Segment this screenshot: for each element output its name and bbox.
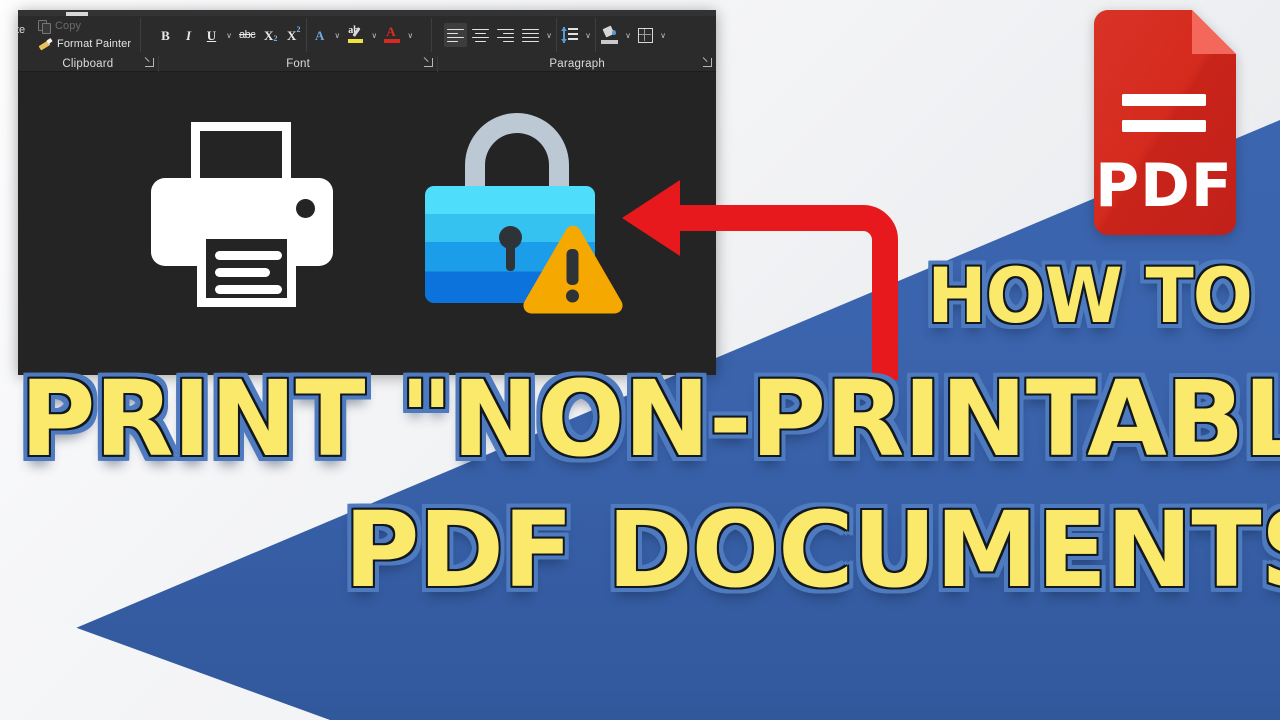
paragraph-dialog-launcher-icon[interactable] bbox=[702, 58, 712, 67]
headline-line-1: PRINT "NON-PRINTABLE" bbox=[20, 358, 1280, 480]
font-color-button[interactable]: A bbox=[381, 23, 403, 47]
paragraph-group-label: Paragraph bbox=[549, 58, 605, 70]
warning-triangle-icon bbox=[520, 223, 625, 315]
shading-icon bbox=[601, 25, 618, 44]
pdf-file-icon: PDF bbox=[1078, 10, 1250, 235]
text-effects-dropdown-chevron-down-icon[interactable]: ∨ bbox=[332, 23, 342, 47]
ribbon-group-labels: Clipboard Font Paragraph bbox=[18, 56, 716, 72]
paragraph-inner-separator bbox=[556, 18, 557, 52]
printer-icon bbox=[151, 122, 333, 307]
printer-led-icon bbox=[296, 199, 315, 218]
font-group: B I U ∨ abc X X A ∨ ab ∨ A bbox=[141, 14, 431, 56]
italic-button[interactable]: I bbox=[178, 23, 199, 47]
align-justify-button[interactable] bbox=[519, 23, 542, 47]
paragraph-group-label-wrap: Paragraph bbox=[438, 56, 716, 72]
clipboard-group: te Copy Format Painter bbox=[18, 12, 140, 56]
align-justify-icon bbox=[522, 28, 539, 43]
clipboard-dialog-launcher-icon[interactable] bbox=[144, 58, 154, 67]
subscript-button[interactable]: X bbox=[260, 23, 281, 47]
clipboard-group-label-wrap: Clipboard bbox=[18, 56, 159, 72]
printer-paper-line bbox=[215, 285, 282, 294]
word-screenshot-panel: te Copy Format Painter B I U ∨ abc bbox=[18, 10, 716, 375]
align-left-button[interactable] bbox=[444, 23, 467, 47]
superscript-button[interactable]: X bbox=[283, 23, 304, 47]
paragraph-inner-separator-2 bbox=[595, 18, 596, 52]
bold-button[interactable]: B bbox=[155, 23, 176, 47]
format-painter-button[interactable]: Format Painter bbox=[24, 35, 131, 53]
red-elbow-arrow bbox=[620, 170, 900, 380]
font-color-icon: A bbox=[384, 25, 401, 44]
printer-output-paper bbox=[197, 230, 296, 307]
eyebrow-how-to: HOW TO bbox=[927, 251, 1252, 340]
underline-dropdown-chevron-down-icon[interactable]: ∨ bbox=[224, 23, 234, 47]
copy-icon bbox=[38, 19, 51, 34]
word-ribbon: te Copy Format Painter B I U ∨ abc bbox=[18, 10, 716, 72]
printer-top-paper bbox=[191, 122, 291, 184]
text-highlight-button[interactable]: ab bbox=[344, 23, 367, 47]
text-highlight-dropdown-chevron-down-icon[interactable]: ∨ bbox=[369, 23, 379, 47]
font-inner-separator bbox=[306, 18, 308, 52]
align-center-icon bbox=[472, 28, 489, 43]
line-spacing-dropdown-chevron-down-icon[interactable]: ∨ bbox=[583, 23, 593, 47]
clipboard-group-label: Clipboard bbox=[62, 58, 114, 70]
line-spacing-button[interactable] bbox=[559, 23, 581, 47]
align-left-icon bbox=[447, 28, 464, 43]
paragraph-group: ∨ ∨ ∨ ∨ bbox=[432, 14, 702, 56]
text-highlight-icon: ab bbox=[347, 26, 364, 44]
format-painter-label: Format Painter bbox=[57, 38, 132, 50]
paste-button-label[interactable]: te bbox=[18, 24, 25, 36]
font-color-dropdown-chevron-down-icon[interactable]: ∨ bbox=[405, 23, 415, 47]
font-group-label-wrap: Font bbox=[159, 56, 439, 72]
copy-label: Copy bbox=[55, 20, 82, 32]
align-center-button[interactable] bbox=[469, 23, 492, 47]
printer-paper-line bbox=[215, 251, 282, 260]
locked-document-icon bbox=[421, 113, 625, 315]
align-justify-dropdown-chevron-down-icon[interactable]: ∨ bbox=[544, 23, 554, 47]
underline-button[interactable]: U bbox=[201, 23, 222, 47]
shading-button[interactable] bbox=[598, 23, 621, 47]
shading-dropdown-chevron-down-icon[interactable]: ∨ bbox=[623, 23, 633, 47]
font-group-label: Font bbox=[286, 58, 310, 70]
text-effects-button[interactable]: A bbox=[309, 23, 330, 47]
paste-button-top-edge bbox=[66, 12, 88, 16]
borders-icon bbox=[638, 27, 653, 43]
strikethrough-button[interactable]: abc bbox=[236, 23, 258, 47]
line-spacing-icon bbox=[561, 27, 578, 43]
align-right-button[interactable] bbox=[494, 23, 517, 47]
ribbon-groups: te Copy Format Painter B I U ∨ abc bbox=[18, 12, 716, 56]
format-painter-icon bbox=[38, 38, 52, 51]
printer-paper-line bbox=[215, 268, 270, 277]
pdf-badge-label: PDF bbox=[1095, 151, 1233, 221]
headline-line-2: PDF DOCUMENTS bbox=[344, 489, 1280, 611]
borders-dropdown-chevron-down-icon[interactable]: ∨ bbox=[658, 23, 668, 47]
lock-keyhole-stem bbox=[506, 241, 515, 271]
copy-button[interactable]: Copy bbox=[24, 17, 81, 35]
font-dialog-launcher-icon[interactable] bbox=[424, 58, 434, 67]
align-right-icon bbox=[497, 28, 514, 43]
borders-button[interactable] bbox=[635, 23, 656, 47]
